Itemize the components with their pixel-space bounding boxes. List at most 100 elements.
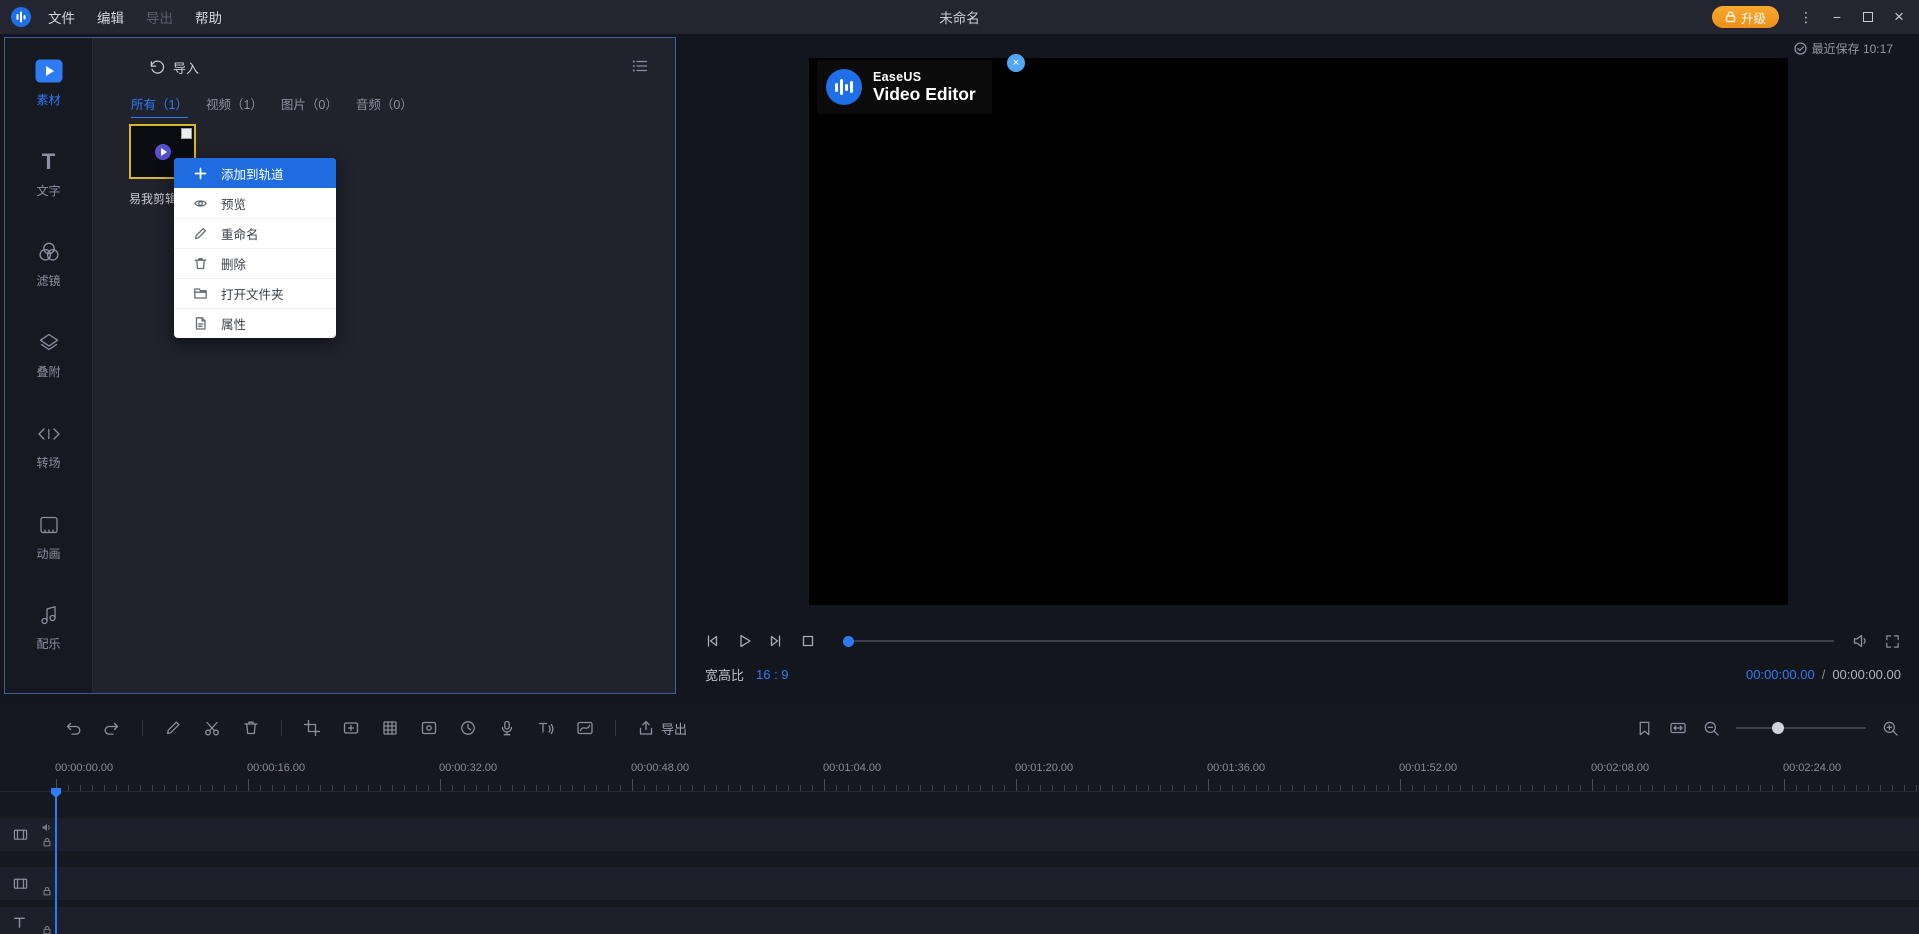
text-icon: T: [41, 148, 56, 174]
playhead-handle[interactable]: [51, 788, 61, 798]
export-icon: [637, 719, 655, 737]
mosaic-button[interactable]: [381, 719, 399, 737]
media-tabs: 所有（1） 视频（1） 图片（0） 音频（0）: [131, 94, 413, 118]
curve-button[interactable]: [576, 719, 594, 737]
duration-button[interactable]: [459, 719, 477, 737]
lock-icon: [1725, 11, 1736, 23]
redo-button[interactable]: [103, 719, 121, 737]
menu-item-delete[interactable]: 删除: [174, 248, 336, 278]
ruler-label: 00:00:48.00: [631, 762, 690, 774]
tab-video[interactable]: 视频（1）: [206, 94, 263, 118]
volume-icon[interactable]: [1852, 632, 1870, 650]
watermark-close-button[interactable]: ×: [1007, 54, 1025, 72]
tab-audio[interactable]: 音频（0）: [356, 94, 413, 118]
text-track[interactable]: [0, 907, 1919, 934]
export-button[interactable]: 导出: [637, 719, 687, 738]
video-track-icon: [12, 827, 29, 842]
sidebar-item-transition[interactable]: 转场: [5, 421, 92, 512]
sidebar-item-label: 滤镜: [36, 274, 61, 289]
sidebar-item-animation[interactable]: 动画: [5, 512, 92, 603]
zoom-out-icon[interactable]: [1703, 720, 1720, 737]
upgrade-button[interactable]: 升级: [1711, 6, 1779, 28]
menu-file[interactable]: 文件: [48, 7, 75, 27]
mute-track-icon[interactable]: [41, 822, 52, 833]
menu-item-preview[interactable]: 预览: [174, 188, 336, 218]
toolbar-divider: [142, 720, 143, 736]
menubar: 文件 编辑 导出 帮助: [48, 7, 222, 27]
tab-image[interactable]: 图片（0）: [281, 94, 338, 118]
close-button[interactable]: ×: [1887, 5, 1911, 29]
zoom-in-icon[interactable]: [1882, 720, 1899, 737]
sidebar-item-label: 素材: [36, 93, 61, 107]
brand-product: Video Editor: [873, 84, 976, 105]
seek-bar[interactable]: [843, 630, 1834, 652]
edit-button[interactable]: [164, 719, 182, 737]
playhead[interactable]: [55, 796, 57, 934]
tab-all[interactable]: 所有（1）: [131, 94, 188, 118]
sidebar-item-label: 配乐: [36, 637, 61, 652]
more-menu-button[interactable]: ⋮: [1794, 5, 1818, 29]
delete-button[interactable]: [242, 719, 260, 737]
saved-status: 最近保存 10:17: [1793, 40, 1893, 57]
video-track-2[interactable]: [0, 867, 1919, 900]
voiceover-button[interactable]: [498, 719, 516, 737]
saved-status-text: 最近保存 10:17: [1811, 42, 1893, 56]
titlebar: 文件 编辑 导出 帮助 未命名 升级 ⋮ − ×: [0, 0, 1919, 34]
zoom-frame-button[interactable]: [420, 719, 438, 737]
lock-track-icon[interactable]: [41, 836, 52, 847]
menu-help[interactable]: 帮助: [195, 7, 222, 27]
import-button[interactable]: 导入: [149, 58, 199, 77]
list-view-icon[interactable]: [631, 57, 649, 75]
zoom-slider[interactable]: [1736, 720, 1866, 736]
menu-item-label: 预览: [221, 197, 247, 212]
ruler-label: 00:02:08.00: [1591, 762, 1650, 774]
previous-frame-button[interactable]: [700, 630, 724, 652]
marker-icon[interactable]: [1636, 720, 1653, 737]
menu-edit[interactable]: 编辑: [97, 7, 124, 27]
window-title: 未命名: [939, 11, 980, 26]
sidebar: 素材 T 文字 滤镜 叠附 转场 动画 配乐: [5, 38, 93, 693]
sidebar-item-music[interactable]: 配乐: [5, 602, 92, 693]
preview-canvas: EaseUS Video Editor ×: [809, 54, 1788, 605]
sidebar-item-overlay[interactable]: 叠附: [5, 330, 92, 421]
minimize-button[interactable]: −: [1825, 5, 1849, 29]
sidebar-item-label: 转场: [36, 455, 61, 470]
zoom-slider-handle[interactable]: [1772, 722, 1785, 734]
text-to-speech-button[interactable]: [537, 719, 555, 737]
lock-track-icon[interactable]: [41, 885, 52, 896]
undo-button[interactable]: [64, 719, 82, 737]
next-frame-button[interactable]: [764, 630, 788, 652]
timeline-panel: 导出 00:00:00.00 00:00:16.00 00:00:32.00 0…: [0, 704, 1919, 934]
video-track-icon: [12, 876, 29, 891]
aspect-ratio-value[interactable]: 16 : 9: [756, 667, 789, 682]
eye-icon: [192, 196, 208, 211]
sidebar-item-filter[interactable]: 滤镜: [5, 239, 92, 330]
fullscreen-icon[interactable]: [1884, 633, 1901, 650]
ruler-label: 00:01:20.00: [1015, 762, 1074, 774]
ruler-label: 00:00:00.00: [55, 762, 114, 774]
video-track-1[interactable]: [0, 818, 1919, 851]
seek-handle[interactable]: [843, 635, 854, 647]
menu-item-label: 属性: [221, 318, 247, 332]
menu-item-add-to-track[interactable]: 添加到轨道: [174, 158, 336, 188]
freeze-frame-button[interactable]: [342, 719, 360, 737]
play-button[interactable]: [732, 630, 756, 652]
stop-button[interactable]: [796, 630, 820, 652]
sidebar-item-text[interactable]: T 文字: [5, 149, 92, 240]
fit-width-icon[interactable]: [1669, 719, 1687, 737]
import-label: 导入: [173, 61, 200, 76]
sidebar-item-label: 动画: [36, 546, 61, 561]
select-checkbox[interactable]: [181, 128, 192, 139]
timeline-ruler[interactable]: 00:00:00.00 00:00:16.00 00:00:32.00 00:0…: [0, 754, 1919, 792]
transition-icon: [35, 421, 63, 447]
sidebar-item-media[interactable]: 素材: [5, 58, 92, 149]
cut-button[interactable]: [203, 719, 221, 737]
track-header: [0, 907, 56, 934]
maximize-button[interactable]: [1856, 5, 1880, 29]
crop-button[interactable]: [303, 719, 321, 737]
overlay-icon: [37, 330, 61, 356]
menu-item-open-folder[interactable]: 打开文件夹: [174, 278, 336, 308]
menu-item-rename[interactable]: 重命名: [174, 218, 336, 248]
menu-item-properties[interactable]: 属性: [174, 308, 336, 338]
lock-track-icon[interactable]: [41, 924, 52, 934]
